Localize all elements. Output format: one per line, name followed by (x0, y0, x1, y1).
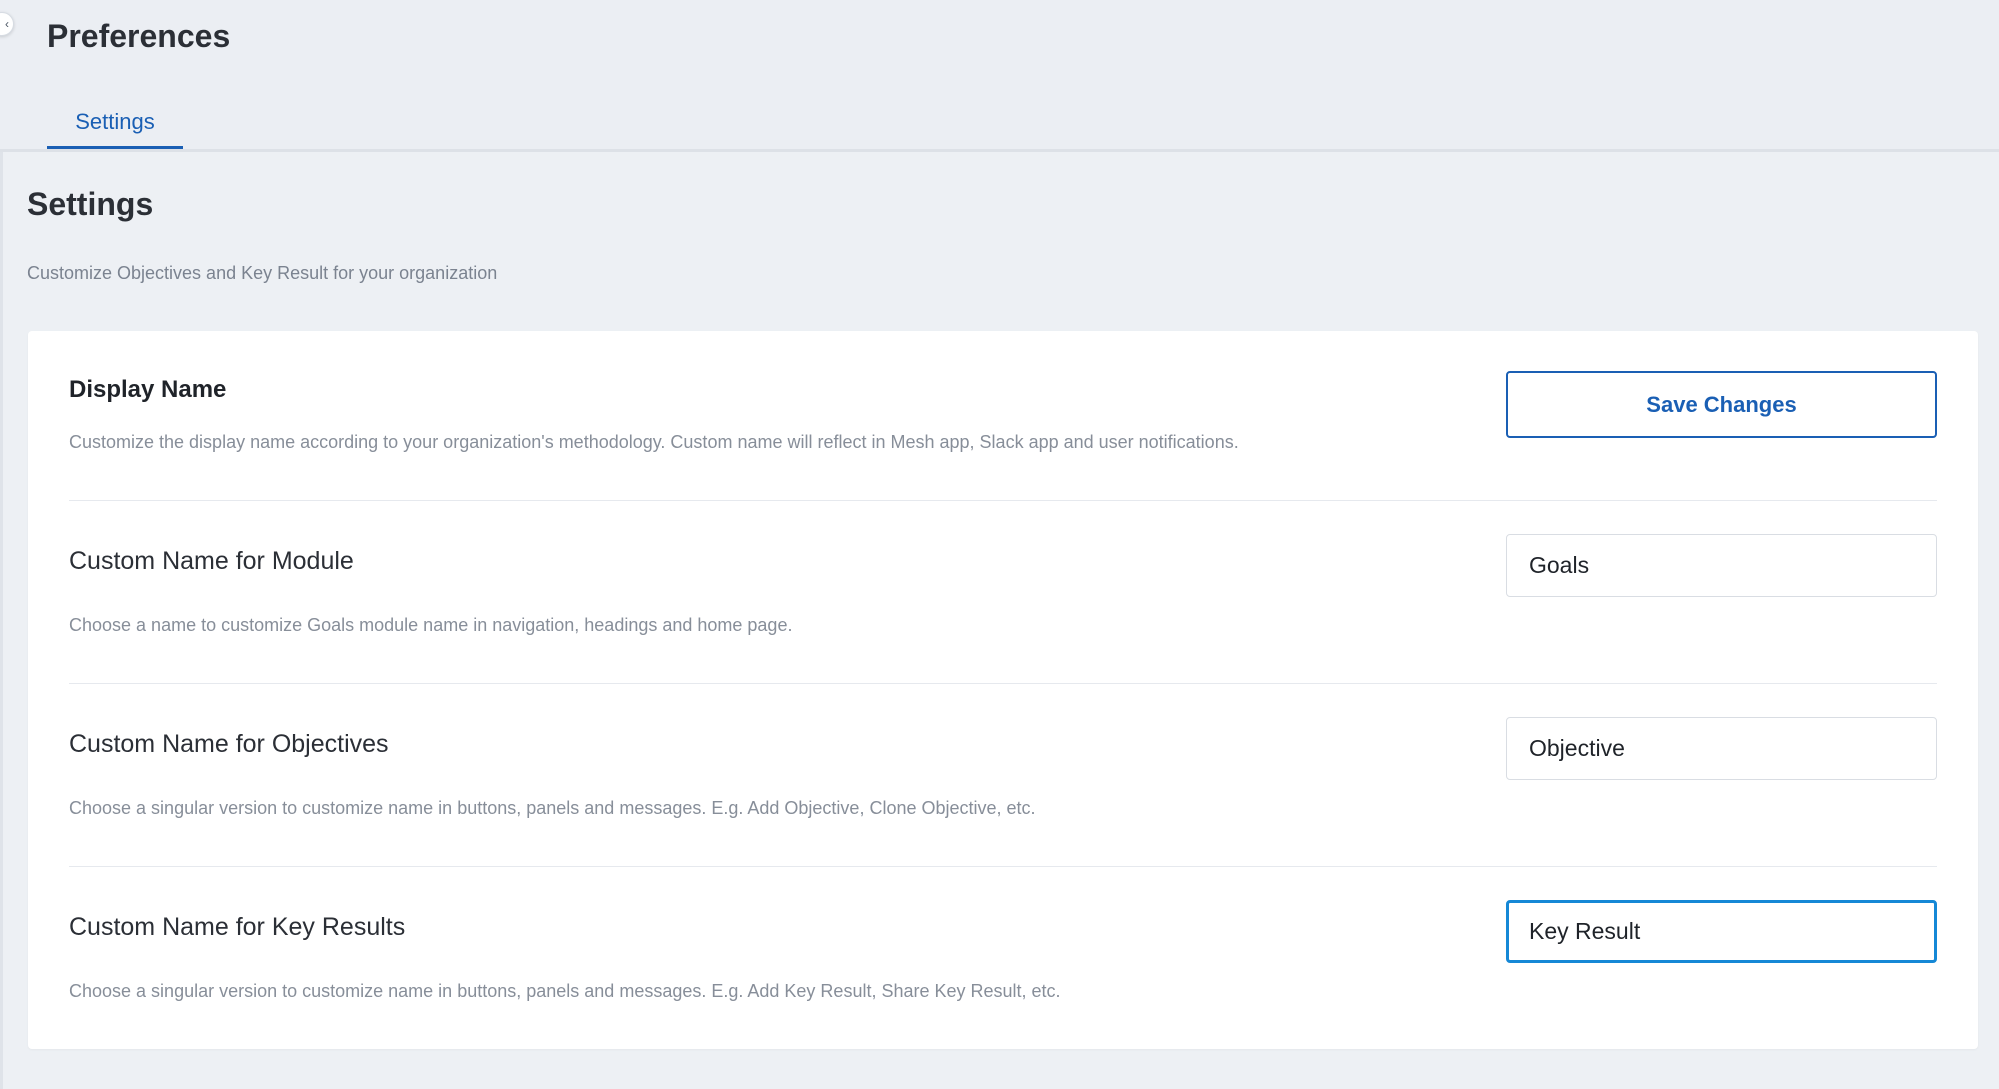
tab-settings-label: Settings (75, 109, 155, 134)
objectives-name-title: Custom Name for Objectives (69, 730, 389, 758)
key-results-name-title: Custom Name for Key Results (69, 913, 406, 941)
section-subtitle: Customize Objectives and Key Result for … (27, 263, 498, 283)
module-name-row: Custom Name for Module Choose a name to … (69, 501, 1937, 684)
save-changes-button[interactable]: Save Changes (1506, 371, 1937, 438)
section-title: Settings (27, 186, 154, 222)
key-results-name-description: Choose a singular version to customize n… (69, 981, 1061, 1001)
objectives-name-row: Custom Name for Objectives Choose a sing… (69, 684, 1937, 867)
objectives-name-description: Choose a singular version to customize n… (69, 798, 1036, 818)
settings-card: Display Name Customize the display name … (28, 331, 1978, 1049)
objectives-name-input[interactable] (1506, 717, 1937, 780)
display-name-row: Display Name Customize the display name … (69, 331, 1937, 501)
module-name-input[interactable] (1506, 534, 1937, 597)
display-name-description: Customize the display name according to … (69, 432, 1239, 452)
display-name-title: Display Name (69, 376, 227, 403)
page-header: Preferences Settings (0, 0, 1999, 152)
key-results-name-input[interactable] (1506, 900, 1937, 963)
left-rail (0, 0, 3, 1089)
module-name-title: Custom Name for Module (69, 547, 354, 575)
key-results-name-row: Custom Name for Key Results Choose a sin… (69, 867, 1937, 1049)
tab-settings[interactable]: Settings (47, 103, 183, 149)
chevron-left-icon: ‹ (5, 17, 9, 31)
page-title: Preferences (47, 18, 231, 54)
module-name-description: Choose a name to customize Goals module … (69, 615, 793, 635)
